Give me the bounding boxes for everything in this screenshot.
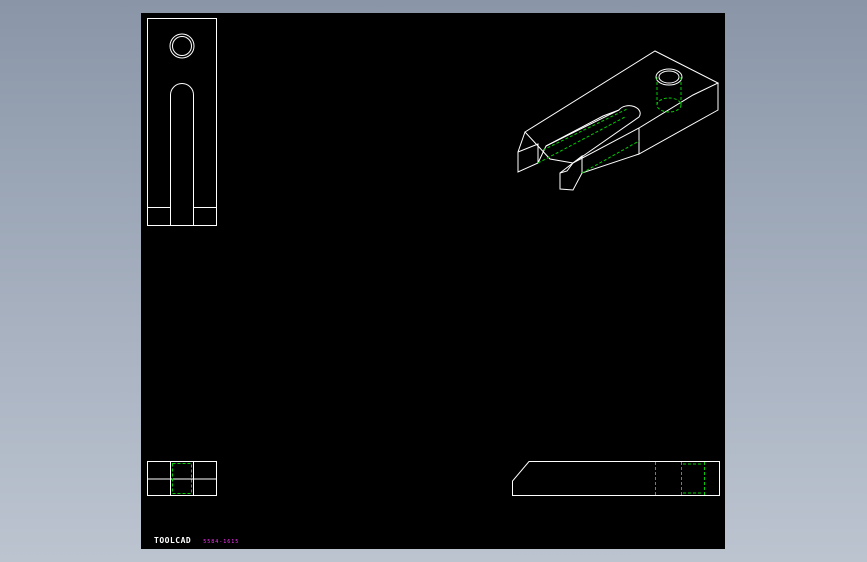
bolt-hole (169, 33, 195, 59)
bolt-hole-inner (172, 36, 192, 56)
top-view-outline (147, 18, 217, 226)
drawing-canvas: TOOLCAD 5584-1615 (141, 13, 725, 549)
iso-top-face (524, 50, 720, 164)
iso-left-prong-front (517, 143, 539, 163)
part-code-label: 5584-1615 (203, 539, 240, 545)
iso-bolt-hole-inner (658, 70, 680, 84)
front-view-outline (512, 461, 720, 496)
iso-back-face (638, 83, 719, 155)
front-view (512, 461, 720, 496)
iso-hidden-lines (537, 77, 682, 174)
front-view-hidden-lines (655, 462, 705, 495)
slot-outline (170, 83, 194, 226)
cad-drawing (147, 18, 720, 496)
top-view (147, 18, 217, 226)
title-block: TOOLCAD 5584-1615 (154, 536, 239, 545)
isometric-view (517, 50, 720, 191)
iso-right-prong (559, 153, 640, 191)
brand-logo: TOOLCAD (154, 536, 192, 545)
side-view (147, 461, 217, 496)
